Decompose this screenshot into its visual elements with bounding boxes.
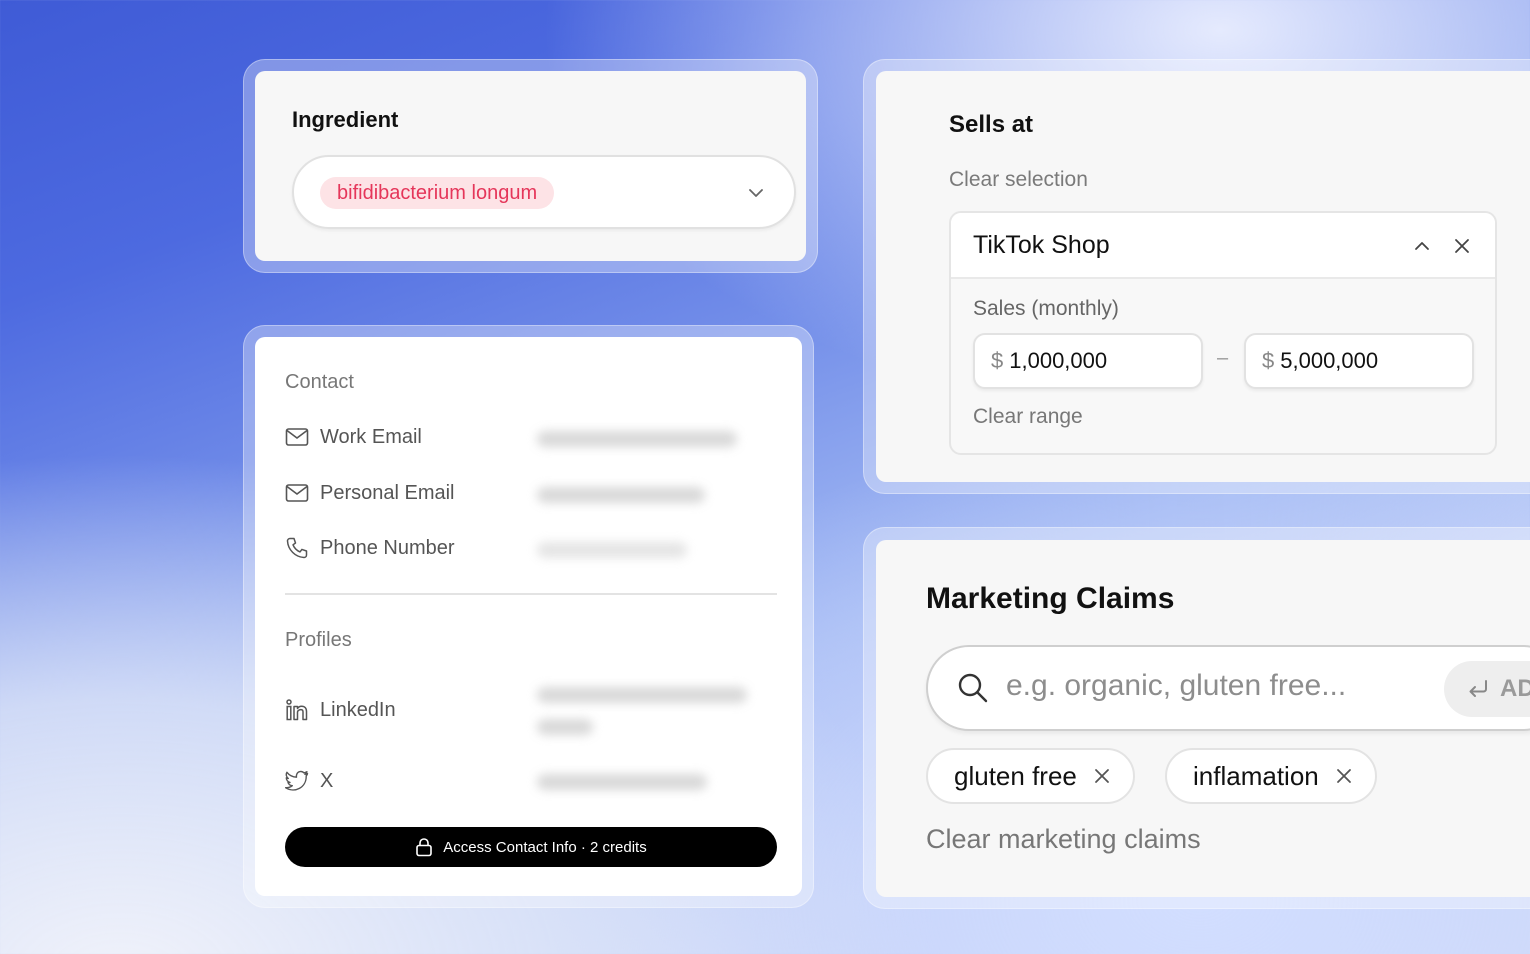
- marketing-claims-search-input[interactable]: e.g. organic, gluten free... AD: [926, 645, 1530, 731]
- x-profile-row[interactable]: X: [285, 769, 333, 793]
- clear-marketing-claims-link[interactable]: Clear marketing claims: [926, 824, 1201, 855]
- sells-at-card: Sells at Clear selection TikTok Shop Sal…: [876, 71, 1530, 482]
- lock-icon: [416, 838, 433, 857]
- personal-email-value-blurred: [537, 487, 705, 503]
- claim-tag-label: inflamation: [1193, 760, 1319, 791]
- marketing-claims-card: Marketing Claims e.g. organic, gluten fr…: [876, 540, 1530, 897]
- clear-range-link[interactable]: Clear range: [973, 405, 1083, 429]
- add-claim-button[interactable]: AD: [1444, 661, 1530, 717]
- linkedin-value-blurred: [537, 687, 747, 703]
- mail-icon: [285, 425, 309, 449]
- clear-selection-link[interactable]: Clear selection: [949, 168, 1088, 192]
- linkedin-icon: [285, 698, 309, 722]
- ingredient-card: Ingredient bifidibacterium longum: [255, 71, 806, 261]
- marketing-claims-placeholder: e.g. organic, gluten free...: [1006, 669, 1347, 702]
- max-sales-input[interactable]: $5,000,000: [1244, 333, 1474, 389]
- x-profile-value-blurred: [537, 774, 707, 790]
- selected-ingredient-chip[interactable]: bifidibacterium longum: [320, 177, 555, 209]
- phone-number-value-blurred: [537, 542, 687, 558]
- personal-email-label: Personal Email: [320, 481, 455, 504]
- marketing-claims-title: Marketing Claims: [926, 582, 1175, 615]
- phone-number-row[interactable]: Phone Number: [285, 536, 455, 560]
- contact-section-label: Contact: [285, 371, 354, 393]
- close-icon[interactable]: [1093, 767, 1111, 785]
- search-icon: [958, 673, 988, 703]
- twitter-bird-icon: [285, 769, 309, 793]
- linkedin-row[interactable]: LinkedIn: [285, 698, 396, 722]
- ingredient-select[interactable]: bifidibacterium longum: [292, 155, 796, 229]
- shop-filter-header[interactable]: TikTok Shop: [951, 213, 1495, 279]
- close-icon[interactable]: [1335, 767, 1353, 785]
- mail-icon: [285, 481, 309, 505]
- range-separator: –: [1217, 347, 1229, 369]
- currency-symbol: $: [991, 348, 1004, 373]
- chevron-down-icon[interactable]: [746, 183, 766, 203]
- sells-at-title: Sells at: [949, 111, 1034, 138]
- max-sales-value: 5,000,000: [1280, 348, 1379, 373]
- claim-tag-inflamation[interactable]: inflamation: [1165, 748, 1377, 804]
- work-email-row[interactable]: Work Email: [285, 425, 422, 449]
- linkedin-value-blurred-line2: [537, 719, 593, 735]
- x-profile-label: X: [320, 769, 334, 792]
- contact-divider: [285, 593, 777, 595]
- sales-monthly-label: Sales (monthly): [973, 297, 1119, 320]
- enter-icon: [1469, 680, 1487, 697]
- phone-icon: [285, 536, 309, 560]
- profiles-section-label: Profiles: [285, 629, 352, 651]
- access-contact-info-label: Access Contact Info · 2 credits: [443, 838, 647, 856]
- min-sales-input[interactable]: $1,000,000: [973, 333, 1203, 389]
- ingredient-title: Ingredient: [292, 107, 399, 132]
- min-sales-value: 1,000,000: [1009, 348, 1108, 373]
- work-email-label: Work Email: [320, 425, 422, 448]
- shop-filter-box: TikTok Shop Sales (monthly) $1,000,000 –…: [949, 211, 1497, 455]
- add-claim-label: AD: [1500, 675, 1530, 702]
- currency-symbol: $: [1262, 348, 1275, 373]
- contact-card: Contact Work Email Personal Email Phone …: [255, 337, 802, 896]
- work-email-value-blurred: [537, 431, 737, 447]
- claim-tag-label: gluten free: [954, 760, 1077, 791]
- claim-tag-gluten-free[interactable]: gluten free: [926, 748, 1135, 804]
- personal-email-row[interactable]: Personal Email: [285, 481, 455, 505]
- access-contact-info-button[interactable]: Access Contact Info · 2 credits: [285, 827, 777, 867]
- shop-name: TikTok Shop: [973, 231, 1110, 259]
- chevron-up-icon[interactable]: [1411, 235, 1433, 257]
- phone-number-label: Phone Number: [320, 536, 455, 559]
- linkedin-label: LinkedIn: [320, 698, 396, 721]
- close-icon[interactable]: [1451, 235, 1473, 257]
